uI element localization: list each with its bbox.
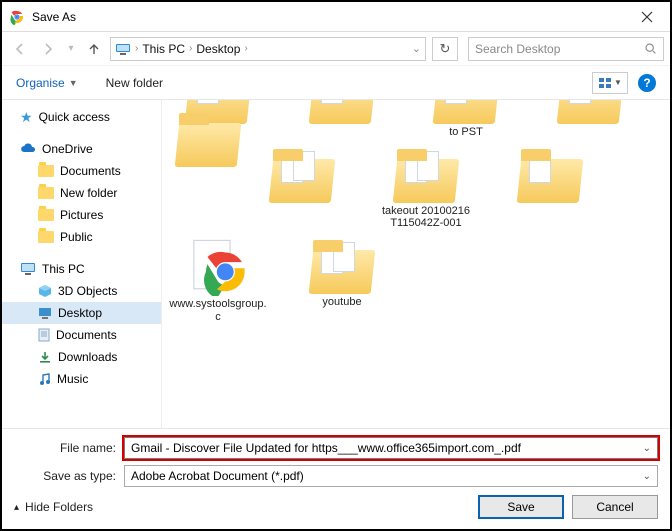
save-as-dialog: Save As ▾ › This PC › Desktop › ⌄: [0, 0, 672, 531]
saveastype-select[interactable]: Adobe Acrobat Document (*.pdf) ⌄: [124, 465, 658, 487]
chevron-down-icon[interactable]: ⌄: [643, 443, 651, 454]
desktop-icon: [38, 307, 52, 319]
nav-onedrive-pictures[interactable]: Pictures: [2, 204, 161, 226]
folder-item[interactable]: [292, 100, 392, 139]
chevron-right-icon: ›: [244, 43, 247, 54]
chevron-right-icon: ›: [189, 43, 192, 54]
folder-item[interactable]: [168, 111, 228, 230]
nav-onedrive-newfolder[interactable]: New folder: [2, 182, 161, 204]
nav-onedrive-public[interactable]: Public: [2, 226, 161, 248]
nav-this-pc[interactable]: This PC: [2, 258, 161, 280]
nav-3d-objects[interactable]: 3D Objects: [2, 280, 161, 302]
chrome-document-item[interactable]: www.systoolsgroup.c: [168, 238, 268, 323]
new-folder-button[interactable]: New folder: [106, 76, 163, 90]
nav-desktop[interactable]: Desktop: [2, 302, 161, 324]
nav-music[interactable]: Music: [2, 368, 161, 390]
folder-icon: [38, 209, 54, 221]
folder-icon: [38, 187, 54, 199]
help-button[interactable]: ?: [638, 74, 656, 92]
breadcrumb-this-pc[interactable]: This PC: [142, 42, 185, 56]
breadcrumb-desktop[interactable]: Desktop: [196, 42, 240, 56]
saveastype-label: Save as type:: [14, 469, 124, 483]
folder-item[interactable]: to PST: [416, 100, 516, 139]
chevron-up-icon: ▴: [14, 502, 19, 513]
address-dropdown-icon[interactable]: ⌄: [412, 42, 421, 55]
nav-onedrive[interactable]: OneDrive: [2, 138, 161, 160]
organise-menu[interactable]: Organise ▼: [16, 76, 78, 90]
search-placeholder: Search Desktop: [475, 42, 644, 56]
toolbar: Organise ▼ New folder ▼ ?: [2, 66, 670, 100]
window-title: Save As: [32, 10, 76, 24]
folder-item[interactable]: [252, 147, 352, 230]
titlebar: Save As: [2, 2, 670, 32]
chevron-down-icon[interactable]: ⌄: [643, 471, 651, 482]
cube-icon: [38, 284, 52, 298]
download-icon: [38, 350, 52, 364]
cancel-button[interactable]: Cancel: [572, 495, 658, 519]
address-bar-row: ▾ › This PC › Desktop › ⌄ ↻ Search Deskt…: [2, 32, 670, 66]
folder-item[interactable]: youtube: [292, 238, 392, 323]
nav-documents[interactable]: Documents: [2, 324, 161, 346]
star-icon: ★: [20, 109, 33, 126]
file-list[interactable]: to PST takeout 20100216 T115042Z-001: [162, 100, 670, 428]
nav-onedrive-documents[interactable]: Documents: [2, 160, 161, 182]
folder-item[interactable]: [540, 100, 640, 139]
folder-item[interactable]: [500, 147, 600, 230]
nav-quick-access[interactable]: ★ Quick access: [2, 106, 161, 128]
folder-icon: [38, 231, 54, 243]
address-bar[interactable]: › This PC › Desktop › ⌄: [110, 37, 426, 61]
navigation-pane: ★ Quick access OneDrive Documents New fo…: [2, 100, 162, 428]
chrome-app-icon: [8, 8, 26, 26]
chevron-down-icon: ▼: [69, 78, 78, 88]
chevron-right-icon: ›: [135, 43, 138, 54]
search-icon: [644, 42, 657, 55]
recent-locations-button[interactable]: ▾: [64, 37, 78, 61]
view-options-button[interactable]: ▼: [592, 72, 628, 94]
document-icon: [38, 328, 50, 342]
close-button[interactable]: [624, 2, 670, 32]
search-box[interactable]: Search Desktop: [468, 37, 664, 61]
up-button[interactable]: [82, 37, 106, 61]
refresh-button[interactable]: ↻: [432, 37, 458, 61]
chrome-icon: [189, 238, 247, 296]
pc-icon: [115, 41, 131, 57]
cloud-icon: [20, 143, 36, 155]
chevron-down-icon: ▼: [614, 78, 622, 87]
back-button[interactable]: [8, 37, 32, 61]
folder-icon: [38, 165, 54, 177]
music-icon: [38, 372, 51, 386]
filename-label: File name:: [14, 441, 124, 455]
bottom-panel: File name: Gmail - Discover File Updated…: [2, 428, 670, 529]
filename-input[interactable]: Gmail - Discover File Updated for https_…: [124, 437, 658, 459]
save-button[interactable]: Save: [478, 495, 564, 519]
hide-folders-button[interactable]: ▴ Hide Folders: [14, 500, 93, 514]
folder-item[interactable]: takeout 20100216 T115042Z-001: [376, 147, 476, 230]
pc-icon: [20, 262, 36, 276]
nav-downloads[interactable]: Downloads: [2, 346, 161, 368]
forward-button[interactable]: [36, 37, 60, 61]
